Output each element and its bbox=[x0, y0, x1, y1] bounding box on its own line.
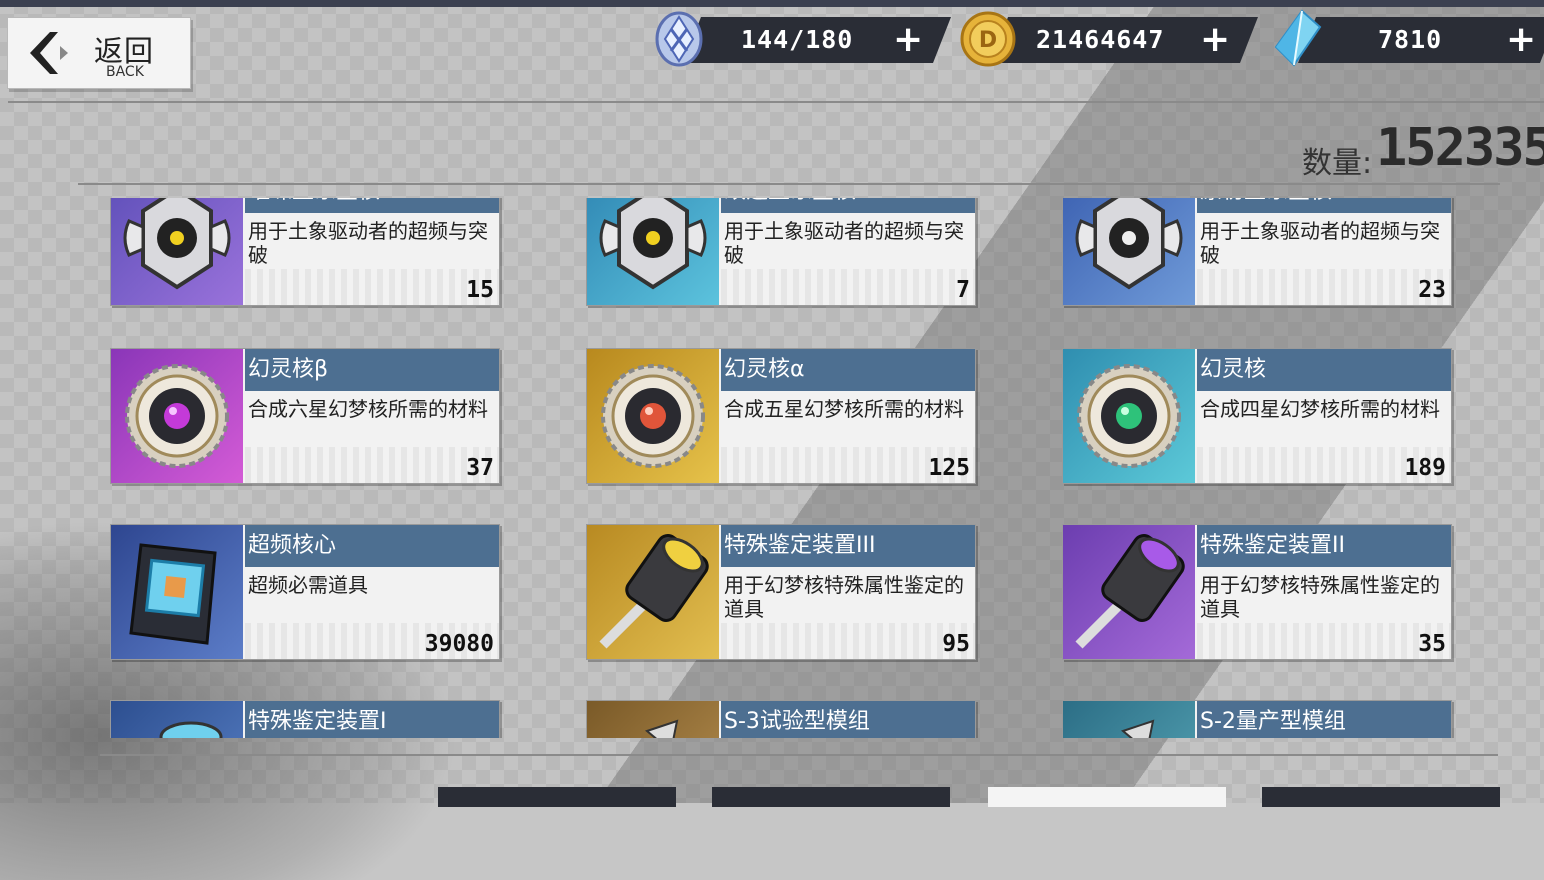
item-quantity: 189 bbox=[1404, 455, 1446, 481]
bottom-tab-4[interactable] bbox=[1262, 787, 1500, 807]
item-card[interactable]: 幻灵核α 合成五星幻梦核所需的材料 125 bbox=[586, 348, 976, 484]
item-quantity: 23 bbox=[1418, 277, 1446, 303]
list-top-divider bbox=[78, 183, 1500, 185]
back-button[interactable]: 返回 BACK bbox=[7, 17, 191, 89]
bottom-tab-2[interactable] bbox=[712, 787, 950, 807]
header-divider bbox=[8, 101, 1544, 103]
item-title: S-2量产型模组 bbox=[1197, 701, 1451, 738]
item-title: 原初土象星核 bbox=[1197, 198, 1451, 213]
item-title: 改造土象星核 bbox=[721, 198, 975, 213]
earth-star-core-blue-icon bbox=[587, 198, 719, 305]
item-title: 幻灵核α bbox=[721, 349, 975, 391]
item-title: 幻灵核 bbox=[1197, 349, 1451, 391]
appraisal-hammer-purple-icon bbox=[1063, 525, 1195, 659]
list-bottom-divider bbox=[100, 754, 1498, 756]
stamina-crystal-icon bbox=[655, 11, 703, 67]
gold-counter: D 21464647 + bbox=[960, 11, 1258, 67]
item-title: 特殊鉴定装置I bbox=[245, 701, 499, 738]
item-quantity: 125 bbox=[928, 455, 970, 481]
back-arrow-icon bbox=[30, 32, 68, 74]
item-title: 超频核心 bbox=[245, 525, 499, 567]
item-card[interactable]: S-2量产型模组 bbox=[1062, 700, 1452, 738]
item-card[interactable]: 幻灵核β 合成六星幻梦核所需的材料 37 bbox=[110, 348, 500, 484]
earth-star-core-purple-icon bbox=[111, 198, 243, 305]
item-card[interactable]: 改造土象星核 用于土象驱动者的超频与突破 7 bbox=[586, 198, 976, 306]
inventory-count-value: 152335 bbox=[1376, 118, 1544, 178]
item-quantity: 37 bbox=[466, 455, 494, 481]
item-card[interactable]: 特殊鉴定装置III 用于幻梦核特殊属性鉴定的道具 95 bbox=[586, 524, 976, 660]
bottom-tab-1[interactable] bbox=[438, 787, 676, 807]
item-description: 合成五星幻梦核所需的材料 bbox=[724, 397, 964, 421]
top-border bbox=[0, 0, 1544, 7]
phantom-core-icon bbox=[1063, 349, 1195, 483]
svg-text:D: D bbox=[979, 28, 997, 53]
item-description: 用于土象驱动者的超频与突破 bbox=[1200, 219, 1440, 267]
item-card[interactable]: S-3试验型模组 bbox=[586, 700, 976, 738]
item-card[interactable]: 超频核心 超频必需道具 39080 bbox=[110, 524, 500, 660]
add-stamina-button[interactable]: + bbox=[893, 19, 923, 60]
stamina-value: 144/180 bbox=[741, 25, 854, 54]
item-title: 特殊鉴定装置II bbox=[1197, 525, 1451, 567]
item-description: 用于土象驱动者的超频与突破 bbox=[248, 219, 488, 267]
item-quantity: 35 bbox=[1418, 631, 1446, 657]
stamina-counter: 144/180 + bbox=[655, 11, 951, 67]
phantom-core-alpha-icon bbox=[587, 349, 719, 483]
module-s3-icon bbox=[587, 701, 719, 738]
item-title: 幻灵核β bbox=[245, 349, 499, 391]
item-description: 用于幻梦核特殊属性鉴定的道具 bbox=[1200, 573, 1440, 621]
module-s2-icon bbox=[1063, 701, 1195, 738]
blue-gem-icon bbox=[1274, 9, 1322, 67]
item-list[interactable]: 璀璨土象星核 用于土象驱动者的超频与突破 15 改造土象星核 用于土象驱动者的超… bbox=[0, 198, 1544, 738]
item-card[interactable]: 璀璨土象星核 用于土象驱动者的超频与突破 15 bbox=[110, 198, 500, 306]
item-quantity: 39080 bbox=[424, 631, 494, 657]
item-description: 超频必需道具 bbox=[248, 573, 368, 597]
overclock-core-chip-icon bbox=[111, 525, 243, 659]
item-description: 合成六星幻梦核所需的材料 bbox=[248, 397, 488, 421]
item-card[interactable]: 特殊鉴定装置II 用于幻梦核特殊属性鉴定的道具 35 bbox=[1062, 524, 1452, 660]
gem-counter: 7810 + bbox=[1270, 9, 1544, 67]
back-sublabel: BACK bbox=[106, 64, 144, 80]
item-quantity: 7 bbox=[956, 277, 970, 303]
phantom-core-beta-icon bbox=[111, 349, 243, 483]
gem-value: 7810 bbox=[1378, 25, 1443, 54]
gold-coin-icon: D bbox=[960, 11, 1016, 67]
item-title: 璀璨土象星核 bbox=[245, 198, 499, 213]
item-card[interactable]: 特殊鉴定装置I bbox=[110, 700, 500, 738]
gold-value: 21464647 bbox=[1036, 25, 1165, 54]
item-quantity: 15 bbox=[466, 277, 494, 303]
item-description: 用于幻梦核特殊属性鉴定的道具 bbox=[724, 573, 964, 621]
appraisal-hammer-gold-icon bbox=[587, 525, 719, 659]
bottom-tab-3-selected[interactable] bbox=[988, 787, 1226, 807]
add-gold-button[interactable]: + bbox=[1200, 19, 1230, 60]
item-description: 合成四星幻梦核所需的材料 bbox=[1200, 397, 1440, 421]
appraisal-hammer-blue-icon bbox=[111, 701, 243, 738]
item-title: S-3试验型模组 bbox=[721, 701, 975, 738]
item-card[interactable]: 幻灵核 合成四星幻梦核所需的材料 189 bbox=[1062, 348, 1452, 484]
inventory-count-label: 数量: bbox=[1302, 146, 1373, 181]
earth-star-core-lightblue-icon bbox=[1063, 198, 1195, 305]
add-gem-button[interactable]: + bbox=[1506, 19, 1536, 60]
item-title: 特殊鉴定装置III bbox=[721, 525, 975, 567]
item-quantity: 95 bbox=[942, 631, 970, 657]
item-description: 用于土象驱动者的超频与突破 bbox=[724, 219, 964, 267]
item-card[interactable]: 原初土象星核 用于土象驱动者的超频与突破 23 bbox=[1062, 198, 1452, 306]
